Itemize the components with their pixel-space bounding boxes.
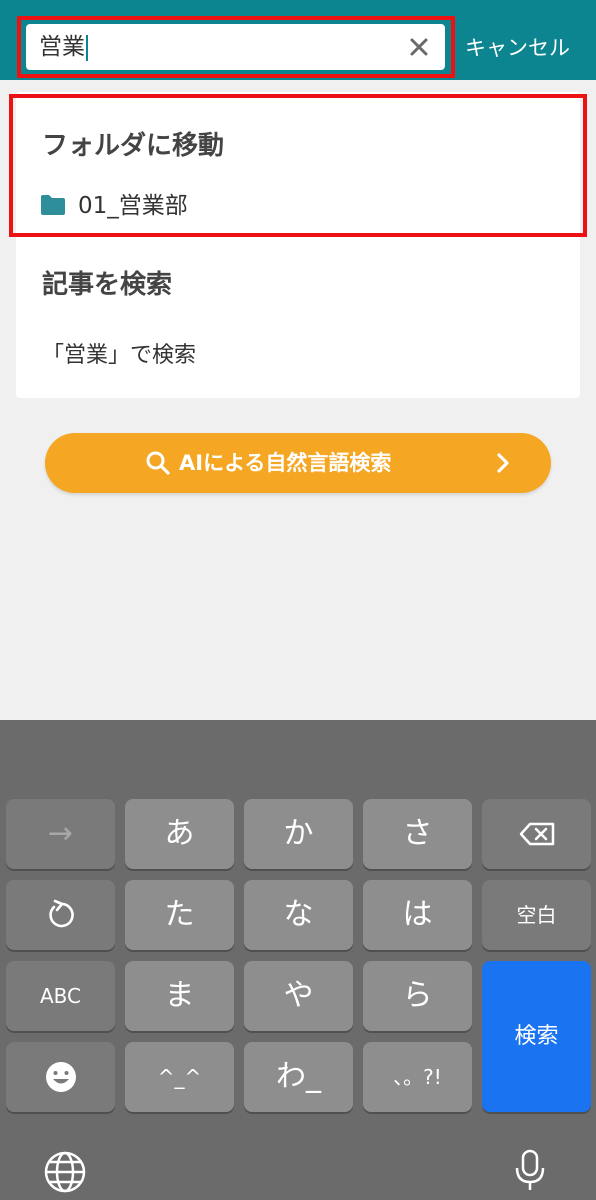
backspace-icon xyxy=(519,822,554,846)
search-articles-link[interactable]: 「営業」で検索 xyxy=(42,340,196,372)
key-sa[interactable]: さ xyxy=(363,799,472,869)
key-ma[interactable]: ま xyxy=(125,961,234,1031)
folder-section-title: フォルダに移動 xyxy=(42,131,225,161)
search-header: 営業 キャンセル xyxy=(0,0,596,80)
key-kaomoji[interactable]: ^_^ xyxy=(125,1042,234,1112)
key-arrow-right[interactable]: → xyxy=(6,799,115,869)
space-key[interactable]: 空白 xyxy=(482,880,591,950)
microphone-icon[interactable] xyxy=(508,1148,552,1192)
key-ya[interactable]: や xyxy=(244,961,353,1031)
text-caret xyxy=(86,34,88,61)
ai-search-button[interactable]: AIによる自然言語検索 xyxy=(45,433,551,493)
abc-key[interactable]: ABC xyxy=(6,961,115,1031)
undo-icon xyxy=(48,899,74,928)
globe-icon[interactable] xyxy=(43,1150,87,1194)
close-icon[interactable] xyxy=(407,35,431,59)
key-punctuation[interactable]: 、。?! xyxy=(363,1042,472,1112)
search-icon xyxy=(146,451,170,475)
folder-name: 01_営業部 xyxy=(78,193,188,219)
undo-key[interactable] xyxy=(6,880,115,950)
chevron-right-icon xyxy=(497,453,509,473)
key-a[interactable]: あ xyxy=(125,799,234,869)
cancel-button[interactable]: キャンセル xyxy=(465,33,570,63)
search-enter-key[interactable]: 検索 xyxy=(482,961,591,1112)
ai-search-label: AIによる自然言語検索 xyxy=(179,451,392,475)
search-input[interactable]: 営業 xyxy=(26,24,445,70)
folder-icon xyxy=(41,195,65,215)
article-section-title: 記事を検索 xyxy=(42,270,173,300)
key-ra[interactable]: ら xyxy=(363,961,472,1031)
key-ha[interactable]: は xyxy=(363,880,472,950)
japanese-keyboard: → あ か さ た な は 空白 ABC ま や ら 検索 ^_^ わ_ 、。?… xyxy=(0,720,596,1200)
key-na[interactable]: な xyxy=(244,880,353,950)
emoji-icon xyxy=(45,1062,76,1092)
key-ka[interactable]: か xyxy=(244,799,353,869)
backspace-key[interactable] xyxy=(482,799,591,869)
search-input-value: 営業 xyxy=(39,32,88,62)
search-suggestions-card: フォルダに移動 01_営業部 記事を検索 「営業」で検索 xyxy=(16,92,580,398)
emoji-key[interactable] xyxy=(6,1042,115,1112)
key-wa[interactable]: わ_ xyxy=(244,1042,353,1112)
key-ta[interactable]: た xyxy=(125,880,234,950)
